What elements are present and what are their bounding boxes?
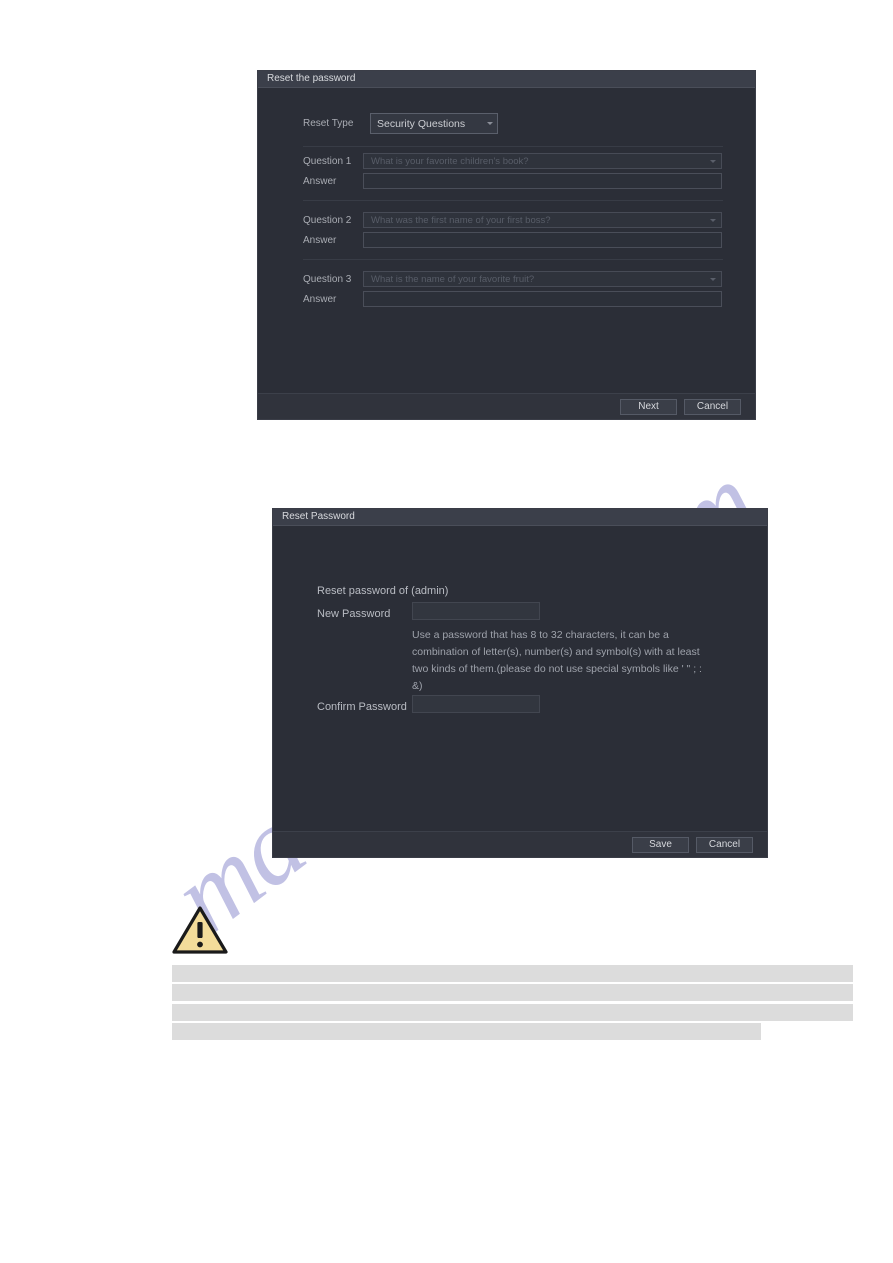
cancel-button[interactable]: Cancel [696, 836, 753, 853]
reset-type-selected-value: Security Questions [377, 117, 466, 130]
chevron-down-icon [710, 159, 716, 163]
dialog-title: Reset the password [267, 73, 356, 84]
divider [303, 200, 723, 201]
redacted-line [172, 1023, 761, 1040]
question-3-select[interactable]: What is the name of your favorite fruit? [363, 271, 722, 287]
dialog-body: Reset Type Security Questions Question 1… [258, 88, 755, 419]
reset-type-label: Reset Type [303, 118, 354, 129]
question-3-text: What is the name of your favorite fruit? [371, 273, 535, 285]
question-3-label: Question 3 [303, 274, 352, 285]
reset-type-select[interactable]: Security Questions [370, 113, 498, 134]
password-hint: Use a password that has 8 to 32 characte… [412, 627, 712, 695]
chevron-down-icon [710, 218, 716, 222]
cancel-button[interactable]: Cancel [684, 398, 741, 415]
redacted-line [172, 965, 853, 982]
dialog-title: Reset Password [282, 511, 355, 522]
warning-triangle-icon [172, 906, 228, 954]
answer-1-label: Answer [303, 176, 337, 187]
dialog-body: Reset password of (admin) New Password U… [273, 526, 767, 857]
divider [303, 259, 723, 260]
dialog-titlebar: Reset Password [273, 509, 767, 526]
question-1-text: What is your favorite children's book? [371, 155, 529, 167]
answer-3-label: Answer [303, 294, 337, 305]
password-hint-line-2: combination of letter(s), number(s) and … [412, 646, 700, 658]
confirm-password-label: Confirm Password [317, 701, 407, 713]
reset-password-dialog: Reset Password Reset password of (admin)… [273, 509, 767, 857]
new-password-label: New Password [317, 608, 391, 620]
question-2-select[interactable]: What was the first name of your first bo… [363, 212, 722, 228]
question-1-label: Question 1 [303, 156, 352, 167]
question-1-select[interactable]: What is your favorite children's book? [363, 153, 722, 169]
next-button[interactable]: Next [620, 398, 677, 415]
question-2-label: Question 2 [303, 215, 352, 226]
new-password-input[interactable] [412, 602, 540, 620]
divider [303, 146, 723, 147]
chevron-down-icon [487, 122, 493, 125]
question-2-text: What was the first name of your first bo… [371, 214, 551, 226]
password-hint-line-1: Use a password that has 8 to 32 characte… [412, 629, 669, 641]
answer-3-input[interactable] [363, 291, 722, 307]
confirm-password-input[interactable] [412, 695, 540, 713]
answer-2-label: Answer [303, 235, 337, 246]
save-button[interactable]: Save [632, 836, 689, 853]
answer-2-input[interactable] [363, 232, 722, 248]
chevron-down-icon [710, 277, 716, 281]
reset-the-password-dialog: Reset the password Reset Type Security Q… [258, 71, 755, 419]
dialog-footer: Save Cancel [273, 831, 767, 857]
dialog-titlebar: Reset the password [258, 71, 755, 88]
redacted-line [172, 1004, 853, 1021]
redacted-line [172, 984, 853, 1001]
answer-1-input[interactable] [363, 173, 722, 189]
password-hint-line-3: two kinds of them.(please do not use spe… [412, 663, 702, 692]
dialog-footer: Next Cancel [258, 393, 755, 419]
reset-password-subject-label: Reset password of (admin) [317, 585, 449, 597]
